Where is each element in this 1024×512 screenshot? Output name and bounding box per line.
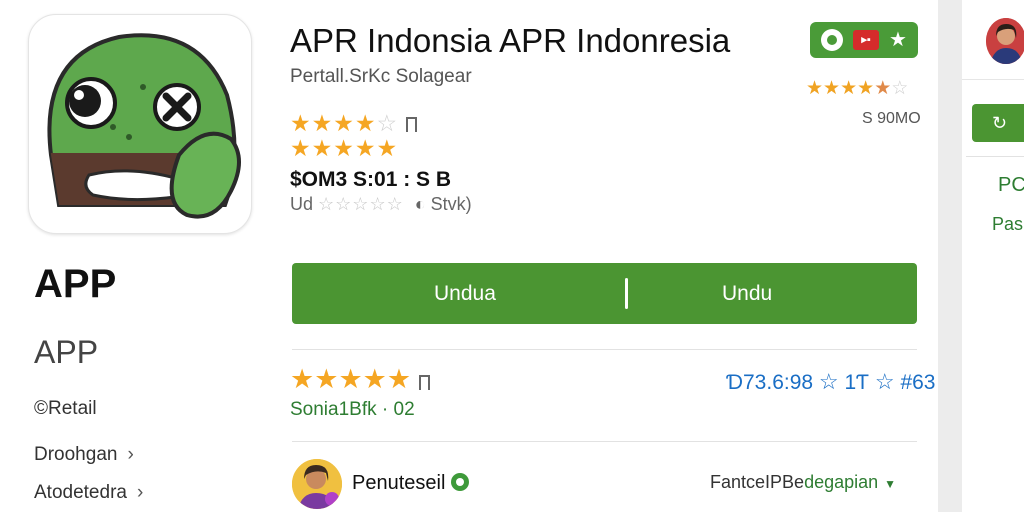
star-icon: ★ [290, 135, 312, 161]
divider [292, 441, 917, 442]
rating-stat-3: #63 [900, 371, 936, 394]
rating-stats[interactable]: Ɗ73.6:98 ☆ 1Ƭ ☆ #63 [726, 369, 935, 395]
star-outline-icon: ☆ [376, 110, 399, 136]
button-divider [625, 278, 628, 309]
star-outline-icon: ☆ [874, 369, 895, 394]
author-avatar[interactable] [292, 459, 342, 509]
person-icon [292, 459, 342, 509]
sidebar-link-2-label: Atodetedra [34, 482, 127, 503]
star-icon: ★ [840, 78, 858, 99]
right-rating-stars: ★★★★★☆ [806, 77, 908, 100]
empty-stars: ☆☆☆☆☆ [318, 194, 404, 214]
download-left-label: Undua [434, 282, 496, 305]
chevron-right-icon: › [136, 482, 144, 503]
review-summary: Ud ☆☆☆☆☆ ◐ Stvk) [290, 194, 472, 215]
star-icon: ★ [290, 110, 312, 136]
star-icon: ★ [311, 110, 334, 136]
rating-subtext: Sonia1Bfk · 02 [290, 399, 415, 420]
app-title: APR Indonsia APR Indonresia [290, 22, 731, 59]
author-right-link: degapian [804, 472, 879, 492]
star-icon: ★ [857, 78, 875, 99]
star-badge-icon: ★ [889, 29, 907, 51]
developer-name[interactable]: Pertall.SrKc Solagear [290, 66, 472, 88]
rating-stat-1: Ɗ73.6:98 [726, 371, 814, 394]
side-avatar[interactable] [986, 18, 1024, 64]
caret-down-icon: ▼ [884, 477, 897, 491]
rating-stars: ★★★★☆ [290, 110, 418, 137]
app-icon [28, 14, 252, 234]
rating-badge-icon: ▸▪ [853, 30, 880, 50]
star-icon: ★ [338, 364, 363, 394]
star-icon: ★ [823, 78, 841, 99]
rating-stars-secondary: ★★★★★ [290, 135, 398, 162]
side-text-2: Pas [992, 214, 1024, 234]
author-name: Penuteseil [352, 472, 470, 495]
download-right-label: Undu [722, 282, 773, 305]
app-name-medium: APP [34, 334, 99, 370]
chevron-right-icon: › [127, 444, 134, 465]
review-stars: ★★★★★ [290, 364, 431, 395]
author-right-prefix: FantceIPBe [710, 472, 805, 492]
sidebar-link-1[interactable]: Droohgan › [34, 444, 134, 466]
star-icon: ★ [354, 110, 377, 136]
bookmark-icon[interactable] [419, 375, 431, 390]
app-name-large: APP [34, 262, 117, 306]
star-icon: ★ [333, 110, 355, 136]
rating-stat-2: 1Ƭ [844, 371, 870, 394]
price-info: $OM3 S:01 : S B [290, 168, 452, 191]
star-outline-icon: ☆ [891, 78, 909, 99]
detail-link[interactable]: ©Retail [34, 398, 97, 420]
half-star-icon: ★ [874, 78, 892, 99]
right-number: S 90MO [862, 110, 921, 127]
review-prefix: Ud [290, 194, 314, 214]
divider [292, 349, 917, 350]
star-icon: ★ [362, 364, 387, 394]
verified-icon [451, 473, 470, 491]
star-icon: ★ [376, 135, 399, 161]
detail-label: ©Retail [34, 398, 97, 419]
sidebar-link-1-label: Droohgan [34, 444, 118, 465]
divider [966, 156, 1024, 157]
download-button[interactable]: Undua Undu [292, 263, 917, 324]
review-tag: Stvk) [430, 194, 472, 214]
side-text-1: PC [998, 174, 1024, 196]
author-link[interactable]: FantceIPBedegapian ▼ [710, 472, 896, 493]
sidebar-link-2[interactable]: Atodetedra › [34, 482, 143, 504]
bookmark-icon[interactable] [406, 117, 418, 132]
star-icon: ★ [386, 364, 412, 394]
star-icon: ★ [290, 364, 315, 394]
star-icon: ★ [806, 78, 824, 99]
refresh-icon: ↻ [992, 113, 1008, 133]
author-name-text: Penuteseil [352, 472, 446, 494]
star-outline-icon: ☆ [818, 369, 839, 394]
circle-badge-icon [821, 29, 844, 51]
tag-icon: ◐ [414, 194, 426, 214]
star-icon: ★ [333, 135, 355, 161]
side-action-button[interactable]: ↻ [972, 104, 1024, 142]
star-icon: ★ [311, 135, 334, 161]
person-icon [986, 18, 1024, 64]
badge-group[interactable]: ▸▪ ★ [810, 22, 918, 58]
zombie-face-icon [47, 33, 241, 219]
star-icon: ★ [354, 135, 377, 161]
star-icon: ★ [314, 364, 339, 394]
